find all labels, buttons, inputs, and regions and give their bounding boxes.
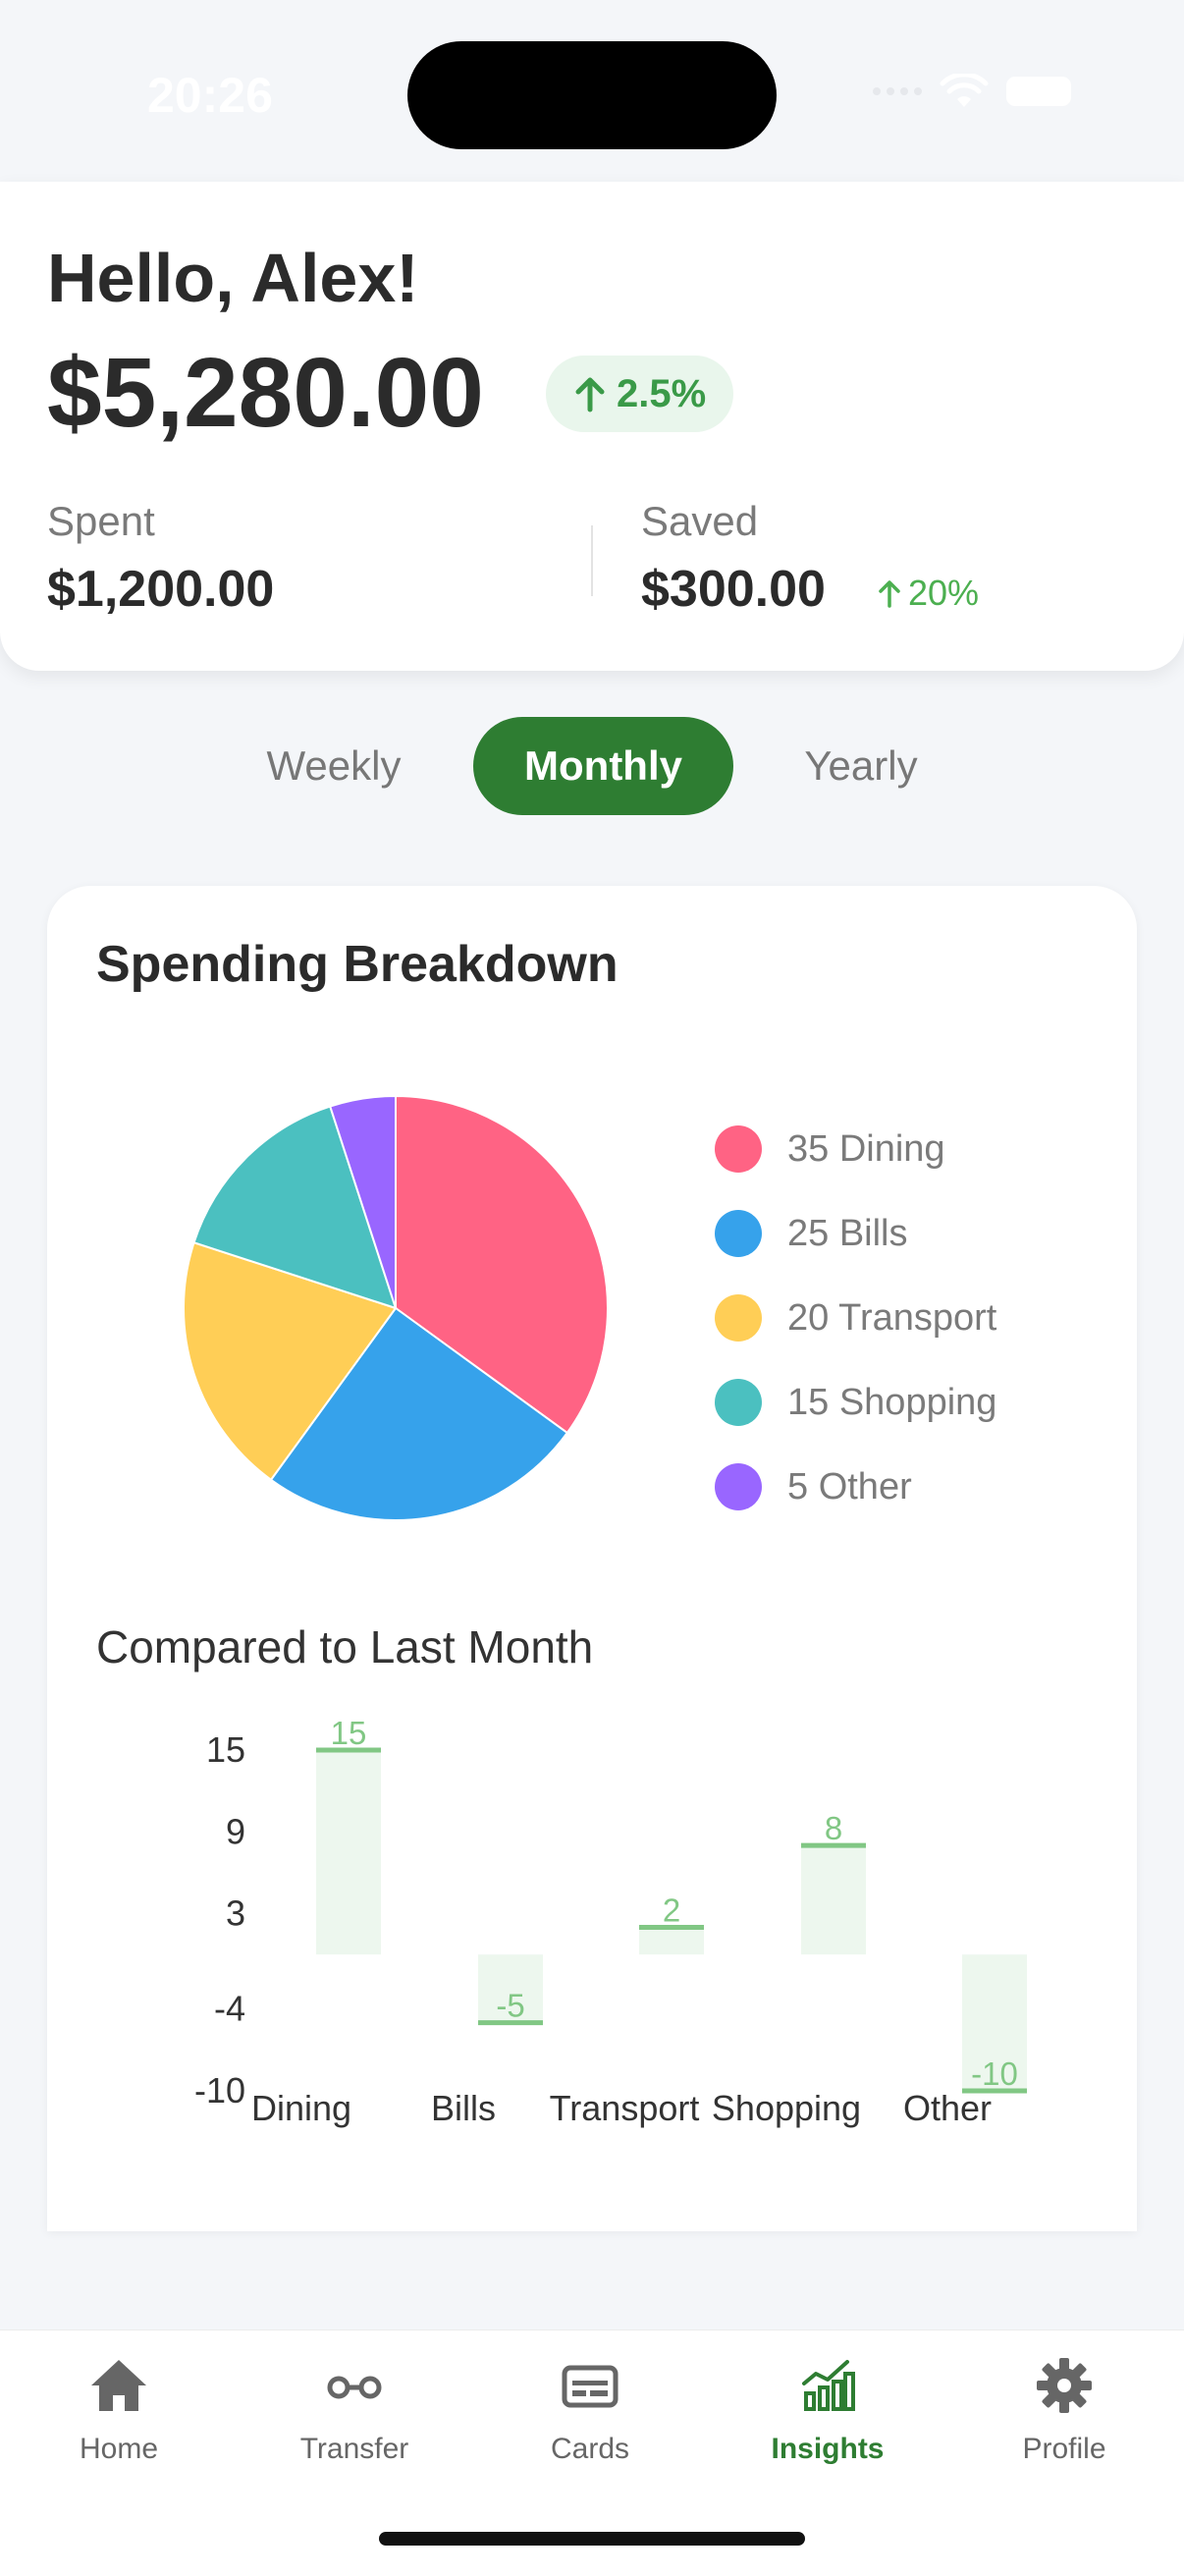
nav-profile[interactable]: Profile [946,2354,1182,2482]
x-category-label: Other [903,2088,992,2128]
legend-item: 15 Shopping [715,1360,996,1445]
legend-dot [715,1125,762,1173]
status-icons [873,74,1071,109]
saved-change-value: 20% [908,573,980,613]
y-tick-label: -4 [214,1989,245,2029]
legend-dot [715,1379,762,1426]
spending-breakdown-card: Spending Breakdown 35 Dining 25 Bills 20… [47,886,1137,2231]
bar-data-label: -5 [496,1988,524,2024]
dynamic-island [407,41,777,149]
y-tick-label: 3 [226,1893,245,1934]
bar-data-label: 15 [331,1715,367,1751]
x-category-label: Dining [251,2088,351,2128]
arrow-up-icon [575,377,605,412]
legend-dot [715,1463,762,1510]
nav-home[interactable]: Home [1,2354,237,2482]
legend-item: 20 Transport [715,1276,996,1360]
y-tick-label: 9 [226,1811,245,1851]
nav-cards[interactable]: Cards [472,2354,708,2482]
wifi-icon [940,74,989,107]
home-icon [91,2360,146,2411]
bar-data-label: 8 [825,1810,842,1846]
legend-dot [715,1294,762,1342]
summary-card: Hello, Alex! $5,280.00 2.5% Spent $1,200… [0,182,1184,671]
period-tabs: Weekly Monthly Yearly [0,717,1184,815]
signal-icon [873,87,922,95]
transfer-icon [327,2376,382,2399]
arrow-up-icon [879,580,900,608]
tab-monthly[interactable]: Monthly [473,717,733,815]
battery-icon [1006,77,1071,106]
balance-change-value: 2.5% [617,371,707,415]
y-tick-label: -10 [194,2070,245,2110]
greeting: Hello, Alex! [47,240,419,316]
stat-divider [591,525,593,596]
legend-dot [715,1210,762,1257]
legend-item: 35 Dining [715,1107,996,1191]
balance-change-badge: 2.5% [546,356,734,432]
nav-label: Transfer [299,2433,409,2465]
status-bar: 20:26 [0,0,1184,182]
bar-dining [316,1750,381,1955]
bar-data-label: -10 [971,2055,1018,2092]
comparison-bar-chart: 15 9 3 -4 -10 15 Dining -5 Bills 2 Transport 8 Shopp… [194,1715,1027,2128]
spent-label: Spent [47,498,155,544]
x-category-label: Shopping [712,2088,861,2128]
nav-label: Cards [550,2433,630,2465]
legend-label: 15 Shopping [787,1381,997,1423]
bar-transport [639,1927,704,1955]
gear-icon [1037,2358,1092,2413]
legend-item: 5 Other [715,1445,996,1529]
x-category-label: Bills [431,2088,496,2128]
home-indicator [379,2532,805,2546]
pie-legend: 35 Dining 25 Bills 20 Transport 15 Shopp… [715,1107,996,1529]
nav-transfer[interactable]: Transfer [237,2354,472,2482]
status-time: 20:26 [147,68,273,123]
nav-label: Insights [771,2433,885,2465]
spent-value: $1,200.00 [47,561,275,618]
nav-label: Profile [1022,2433,1106,2465]
tab-weekly[interactable]: Weekly [236,717,432,815]
nav-insights[interactable]: Insights [710,2354,945,2482]
legend-label: 35 Dining [787,1127,945,1170]
legend-label: 25 Bills [787,1212,908,1254]
comparison-title: Compared to Last Month [96,1621,594,1672]
bar-shopping [801,1845,866,1955]
card-title: Spending Breakdown [96,936,619,993]
tab-yearly[interactable]: Yearly [763,717,959,815]
legend-label: 5 Other [787,1465,912,1507]
legend-item: 25 Bills [715,1191,996,1276]
nav-label: Home [79,2433,159,2465]
bar-data-label: 2 [663,1891,680,1928]
saved-value: $300.00 [641,561,826,618]
insights-icon [802,2360,855,2411]
x-category-label: Transport [550,2088,700,2128]
legend-label: 20 Transport [787,1296,997,1339]
y-tick-label: 15 [206,1729,245,1770]
balance-amount: $5,280.00 [47,338,484,448]
saved-change: 20% [877,573,979,614]
saved-label: Saved [641,498,759,544]
spending-pie-chart [183,1094,609,1521]
card-icon [562,2365,619,2408]
